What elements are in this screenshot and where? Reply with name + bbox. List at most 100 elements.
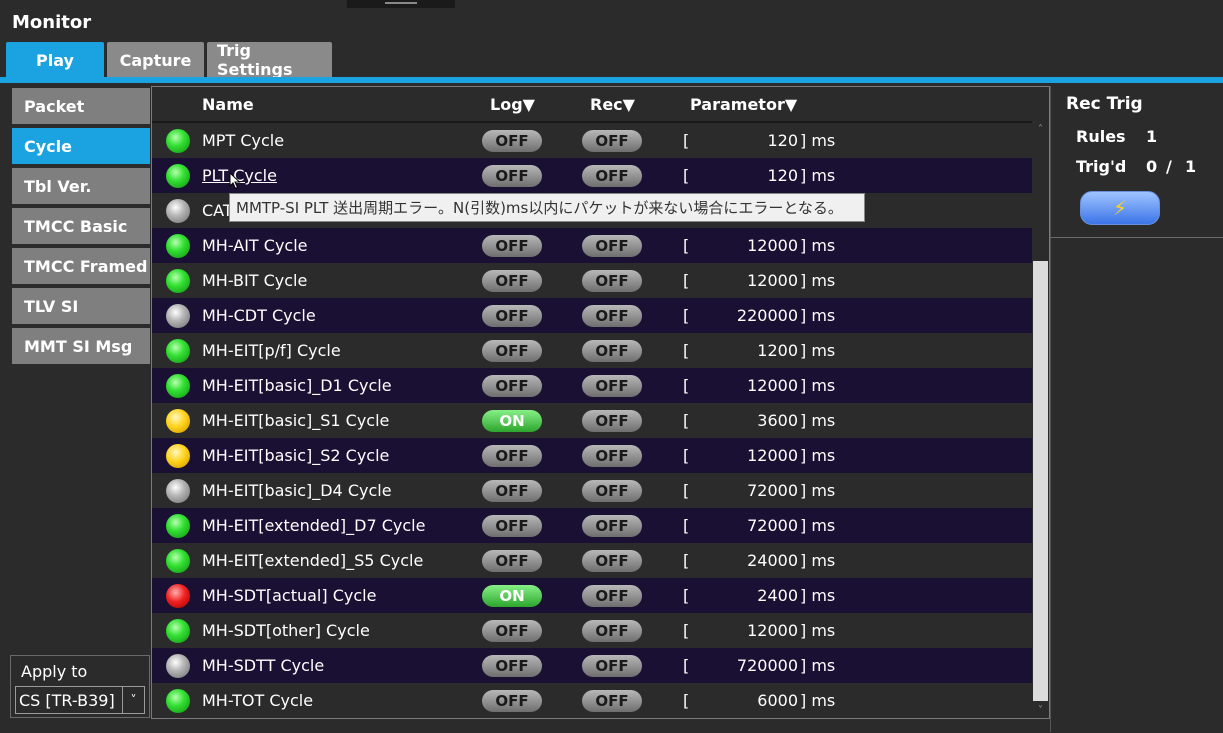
table-row[interactable]: MH-EIT[basic]_S1 Cycle ON OFF [3600] ms: [152, 403, 1032, 438]
log-toggle[interactable]: OFF: [482, 165, 542, 187]
tab-capture[interactable]: Capture: [107, 42, 204, 78]
rec-toggle[interactable]: OFF: [582, 235, 642, 257]
table-row[interactable]: MH-BIT Cycle OFF OFF [12000] ms: [152, 263, 1032, 298]
row-name: MH-SDT[actual] Cycle: [202, 586, 377, 605]
parameter-value[interactable]: 12000: [702, 446, 798, 465]
column-header-parameter[interactable]: Parametor▼: [690, 95, 797, 114]
trigd-label: Trig'd: [1076, 157, 1127, 176]
scroll-up-icon[interactable]: ˄: [1032, 121, 1049, 137]
parameter-open-bracket: [: [683, 516, 690, 535]
row-name: MH-EIT[basic]_S1 Cycle: [202, 411, 390, 430]
table-row[interactable]: MH-TOT Cycle OFF OFF [6000] ms: [152, 683, 1032, 718]
rec-toggle[interactable]: OFF: [582, 165, 642, 187]
log-toggle[interactable]: OFF: [482, 550, 542, 572]
column-header-name[interactable]: Name: [202, 95, 254, 114]
parameter-open-bracket: [: [683, 586, 690, 605]
tab-trig-settings[interactable]: Trig Settings: [207, 41, 332, 79]
table-row[interactable]: MH-SDTT Cycle OFF OFF [720000] ms: [152, 648, 1032, 683]
status-led-icon: [166, 514, 190, 538]
trigger-button[interactable]: ⚡: [1080, 191, 1160, 225]
parameter-value[interactable]: 72000: [702, 516, 798, 535]
parameter-value[interactable]: 720000: [702, 656, 798, 675]
parameter-value[interactable]: 12000: [702, 621, 798, 640]
parameter-value[interactable]: 24000: [702, 551, 798, 570]
table-row[interactable]: MH-EIT[extended]_D7 Cycle OFF OFF [72000] m…: [152, 508, 1032, 543]
table-row[interactable]: MH-EIT[extended]_S5 Cycle OFF OFF [24000] m…: [152, 543, 1032, 578]
parameter-open-bracket: [: [683, 621, 690, 640]
parameter-value[interactable]: 3600: [702, 411, 798, 430]
column-header-log[interactable]: Log▼: [490, 95, 535, 114]
sidebar-item-tmcc-basic[interactable]: TMCC Basic: [12, 208, 150, 244]
parameter-value[interactable]: 120: [702, 131, 798, 150]
parameter-value[interactable]: 1200: [702, 341, 798, 360]
vertical-scrollbar[interactable]: ˄ ˅: [1032, 121, 1049, 718]
log-toggle[interactable]: OFF: [482, 690, 542, 712]
rec-toggle[interactable]: OFF: [582, 620, 642, 642]
log-toggle[interactable]: OFF: [482, 340, 542, 362]
log-toggle[interactable]: OFF: [482, 270, 542, 292]
scroll-down-icon[interactable]: ˅: [1032, 702, 1049, 718]
rec-toggle[interactable]: OFF: [582, 410, 642, 432]
log-toggle[interactable]: OFF: [482, 480, 542, 502]
log-toggle[interactable]: OFF: [482, 130, 542, 152]
rec-toggle[interactable]: OFF: [582, 480, 642, 502]
apply-to-select[interactable]: CS [TR-B39] ˅: [15, 686, 145, 714]
chevron-down-icon[interactable]: ˅: [122, 687, 144, 713]
parameter-value[interactable]: 12000: [702, 376, 798, 395]
log-toggle[interactable]: OFF: [482, 620, 542, 642]
log-toggle[interactable]: OFF: [482, 655, 542, 677]
log-toggle[interactable]: OFF: [482, 445, 542, 467]
log-toggle[interactable]: ON: [482, 585, 542, 607]
parameter-value[interactable]: 12000: [702, 271, 798, 290]
parameter-value[interactable]: 6000: [702, 691, 798, 710]
sidebar-item-tmcc-framed[interactable]: TMCC Framed: [12, 248, 150, 284]
parameter-value[interactable]: 72000: [702, 481, 798, 500]
rec-toggle[interactable]: OFF: [582, 550, 642, 572]
tab-play[interactable]: Play: [6, 42, 104, 78]
table-row[interactable]: MH-SDT[actual] Cycle ON OFF [2400] ms: [152, 578, 1032, 613]
rec-toggle[interactable]: OFF: [582, 690, 642, 712]
rec-toggle[interactable]: OFF: [582, 375, 642, 397]
table-row[interactable]: MH-CDT Cycle OFF OFF [220000] ms: [152, 298, 1032, 333]
sidebar-item-packet[interactable]: Packet: [12, 88, 150, 124]
rec-toggle[interactable]: OFF: [582, 270, 642, 292]
tab-bar: Play Capture Trig Settings: [6, 41, 335, 79]
rec-toggle[interactable]: OFF: [582, 340, 642, 362]
parameter-open-bracket: [: [683, 236, 690, 255]
parameter-value[interactable]: 12000: [702, 236, 798, 255]
sidebar-item-tbl-ver[interactable]: Tbl Ver.: [12, 168, 150, 204]
row-name: MH-EIT[basic]_D1 Cycle: [202, 376, 392, 395]
parameter-value[interactable]: 220000: [702, 306, 798, 325]
window-drag-handle[interactable]: [347, 0, 455, 8]
table-row[interactable]: MH-SDT[other] Cycle OFF OFF [12000] ms: [152, 613, 1032, 648]
rec-toggle[interactable]: OFF: [582, 585, 642, 607]
log-toggle[interactable]: OFF: [482, 305, 542, 327]
table-row[interactable]: MH-AIT Cycle OFF OFF [12000] ms: [152, 228, 1032, 263]
table-row[interactable]: MPT Cycle OFF OFF [120] ms: [152, 123, 1032, 158]
parameter-unit: ] ms: [800, 376, 836, 395]
table-row[interactable]: MH-EIT[basic]_D1 Cycle OFF OFF [12000] ms: [152, 368, 1032, 403]
rec-toggle[interactable]: OFF: [582, 655, 642, 677]
scrollbar-thumb[interactable]: [1033, 261, 1048, 701]
row-name: MH-TOT Cycle: [202, 691, 314, 710]
sidebar-item-mmt-si-msg[interactable]: MMT SI Msg: [12, 328, 150, 364]
log-toggle[interactable]: OFF: [482, 375, 542, 397]
parameter-open-bracket: [: [683, 446, 690, 465]
parameter-value[interactable]: 2400: [702, 586, 798, 605]
log-toggle[interactable]: OFF: [482, 515, 542, 537]
rec-toggle[interactable]: OFF: [582, 515, 642, 537]
rec-toggle[interactable]: OFF: [582, 445, 642, 467]
log-toggle[interactable]: ON: [482, 410, 542, 432]
sidebar-item-tlv-si[interactable]: TLV SI: [12, 288, 150, 324]
cycle-table: Name Log▼ Rec▼ Parametor▼ MPT Cycle OFF OF…: [151, 86, 1050, 719]
table-row[interactable]: MH-EIT[p/f] Cycle OFF OFF [1200] ms: [152, 333, 1032, 368]
table-row[interactable]: MH-EIT[basic]_S2 Cycle OFF OFF [12000] ms: [152, 438, 1032, 473]
sidebar-item-cycle[interactable]: Cycle: [12, 128, 150, 164]
rec-toggle[interactable]: OFF: [582, 305, 642, 327]
table-row[interactable]: PLT Cycle OFF OFF[120] ms: [152, 158, 1032, 193]
parameter-value[interactable]: 120: [702, 166, 798, 185]
rec-toggle[interactable]: OFF: [582, 130, 642, 152]
log-toggle[interactable]: OFF: [482, 235, 542, 257]
column-header-rec[interactable]: Rec▼: [590, 95, 635, 114]
table-row[interactable]: MH-EIT[basic]_D4 Cycle OFF OFF [72000] ms: [152, 473, 1032, 508]
